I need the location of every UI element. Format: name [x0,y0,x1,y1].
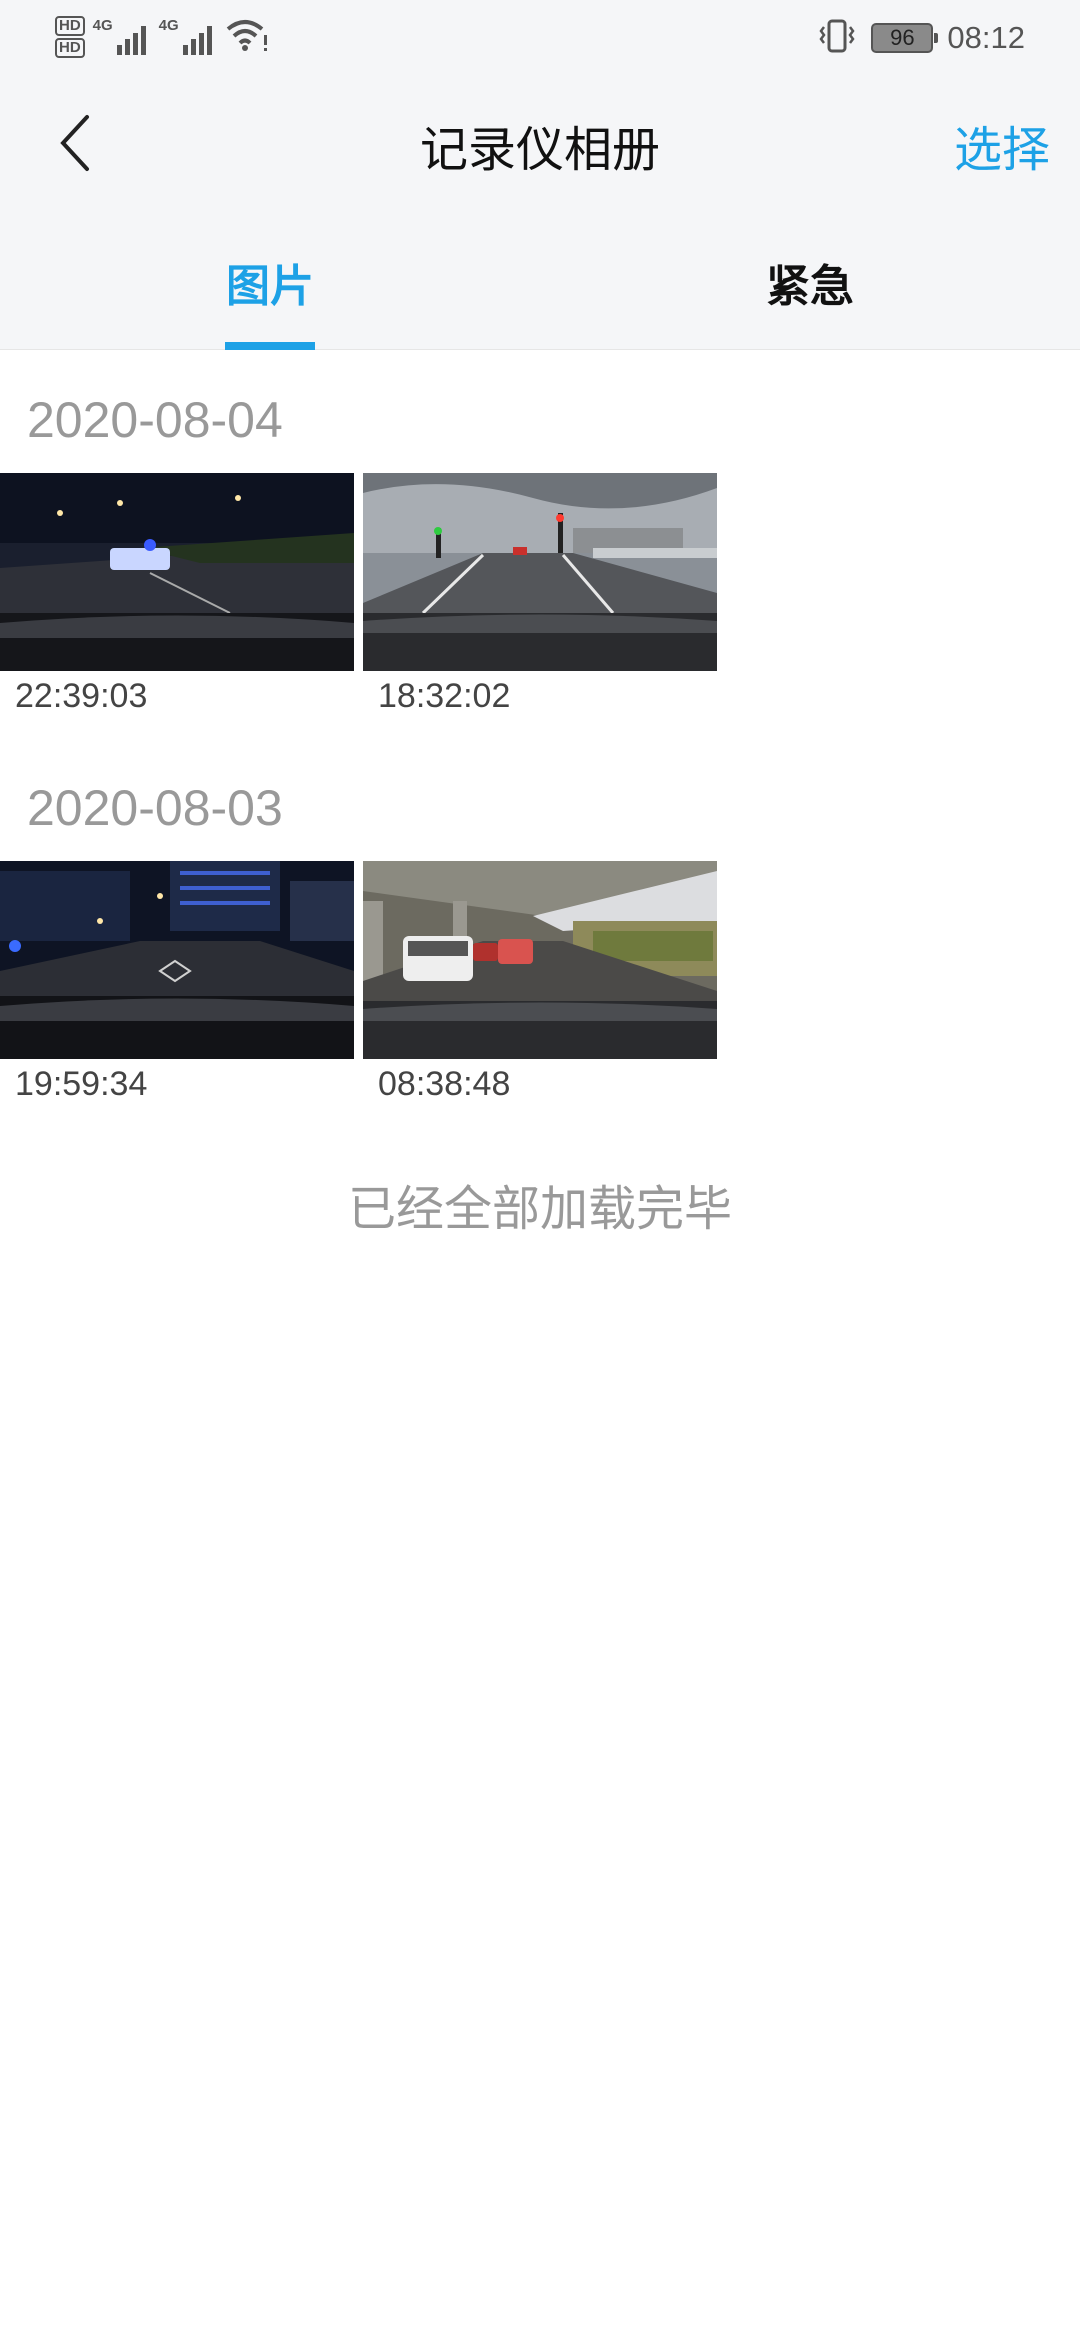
sim2-signal-icon: 4G [159,17,217,57]
photo-thumbnail[interactable] [0,861,354,1059]
navigation-bar: 记录仪相册 选择 [0,80,1080,210]
hd-call-badge-1: HD [55,16,85,36]
wifi-icon [225,17,269,57]
vibrate-icon [817,18,857,58]
sim1-signal-icon: 4G [93,17,151,57]
top-bar: HD HD 4G 4G 96 08:12 记录仪相册 选择 图片 紧急 [0,0,1080,350]
tab-photos[interactable]: 图片 [120,250,420,314]
photo-time: 19:59:34 [15,1065,148,1103]
photo-thumbnail[interactable] [0,473,354,671]
photo-time: 18:32:02 [378,677,511,715]
status-bar: HD HD 4G 4G 96 08:12 [0,0,1080,75]
hd-call-badge-2: HD [55,38,85,58]
status-clock: 08:12 [947,20,1025,55]
photo-thumbnail[interactable] [363,861,717,1059]
page-title: 记录仪相册 [419,122,660,178]
date-header: 2020-08-04 [27,392,283,448]
select-button[interactable]: 选择 [954,110,1050,180]
photo-thumbnail[interactable] [363,473,717,671]
photo-time: 08:38:48 [378,1065,511,1103]
tab-bar: 图片 紧急 [0,230,1080,350]
battery-icon: 96 [871,23,939,53]
active-tab-indicator [225,342,315,350]
photo-time: 22:39:03 [15,677,148,715]
load-complete-text: 已经全部加载完毕 [347,1181,732,1237]
tab-emergency[interactable]: 紧急 [660,250,960,314]
date-header: 2020-08-03 [27,780,283,836]
